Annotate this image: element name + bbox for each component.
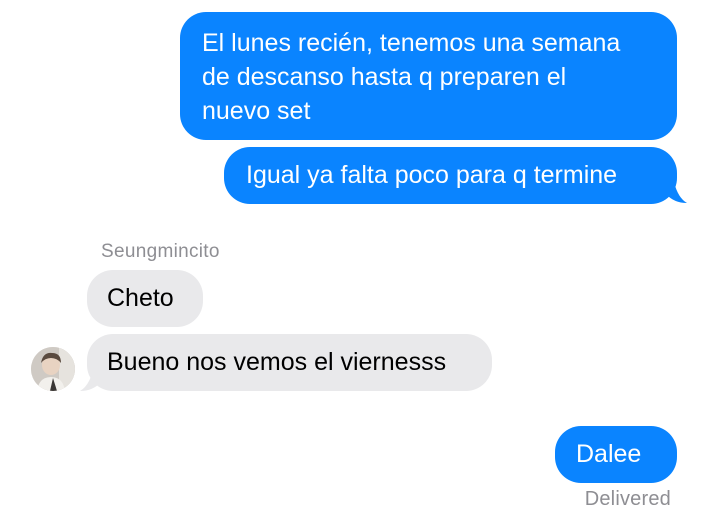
sent-message-bubble[interactable]: El lunes recién, tenemos una semana de d… bbox=[180, 12, 677, 140]
received-message-bubble[interactable]: Cheto bbox=[87, 270, 203, 327]
sender-name: Seungmincito bbox=[101, 241, 220, 262]
delivery-status: Delivered bbox=[584, 488, 671, 510]
received-bubble-tail bbox=[80, 370, 101, 391]
received-message-bubble[interactable]: Bueno nos vemos el viernesss bbox=[87, 334, 492, 391]
user-avatar-photo-icon bbox=[31, 347, 75, 391]
sent-message-bubble[interactable]: Igual ya falta poco para q termine bbox=[224, 147, 677, 204]
avatar[interactable] bbox=[31, 347, 75, 391]
sent-message-bubble[interactable]: Dalee bbox=[555, 426, 677, 483]
sent-bubble-tail bbox=[666, 182, 687, 203]
